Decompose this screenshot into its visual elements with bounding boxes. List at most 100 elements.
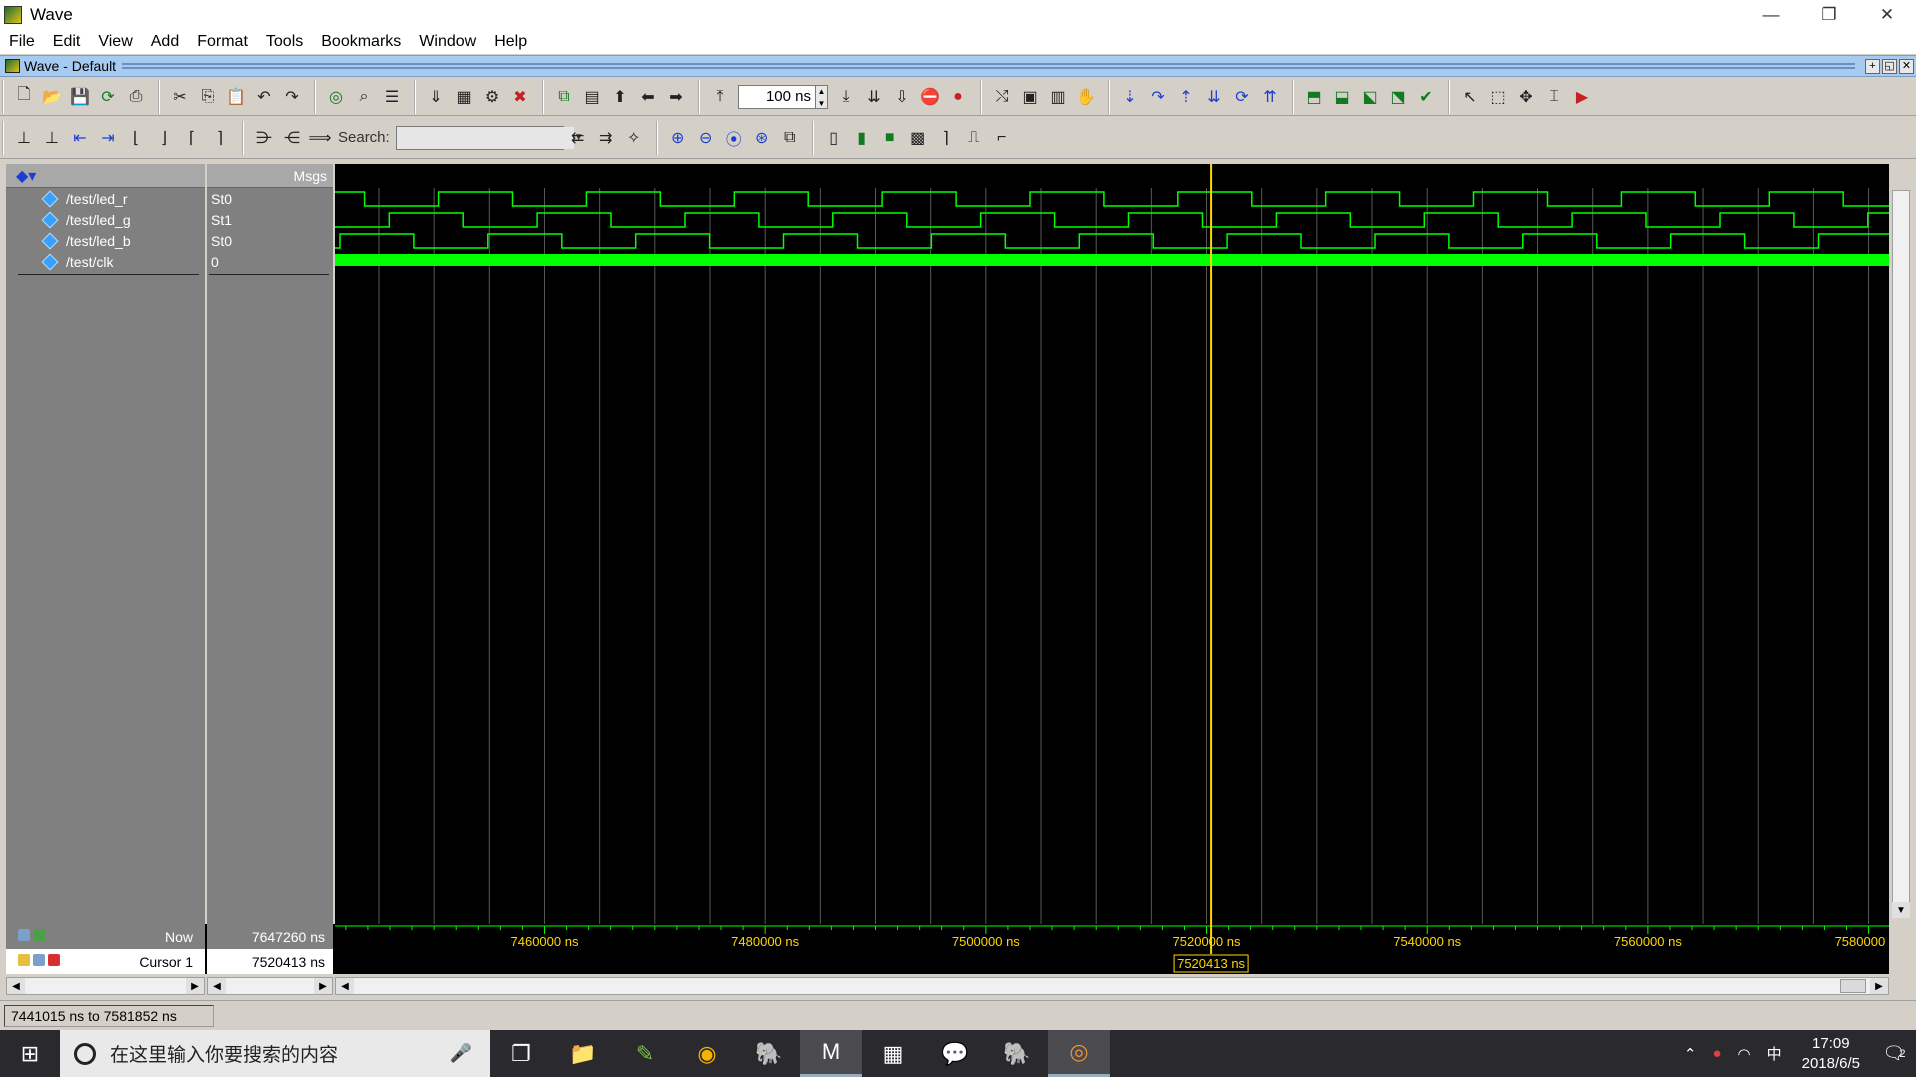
- scroll-left-icon[interactable]: ◀: [336, 978, 354, 994]
- expand-time-icon[interactable]: ⟹: [308, 126, 332, 150]
- evernote-icon[interactable]: 🐘: [738, 1030, 800, 1077]
- scroll-right-icon[interactable]: ▶: [314, 978, 332, 994]
- step-into-all-icon[interactable]: ⇊: [1202, 85, 1226, 109]
- menu-view[interactable]: View: [89, 33, 141, 51]
- scroll-right-icon[interactable]: ▶: [1870, 978, 1888, 994]
- ime-indicator[interactable]: 中: [1767, 1043, 1782, 1064]
- calculator-icon[interactable]: ▦: [862, 1030, 924, 1077]
- compile-all-icon[interactable]: ▦: [452, 85, 476, 109]
- up-arrow-icon[interactable]: ⬆: [608, 85, 632, 109]
- search-input[interactable]: [396, 126, 574, 149]
- scroll-right-icon[interactable]: ▶: [186, 978, 204, 994]
- run-icon[interactable]: ⤓: [834, 85, 858, 109]
- pan-mode-icon[interactable]: ✥: [1514, 85, 1538, 109]
- lock-icon[interactable]: [18, 954, 30, 966]
- task-view-icon[interactable]: ❐: [490, 1030, 552, 1077]
- signal-row-led-b[interactable]: /test/led_b: [6, 230, 205, 251]
- save-icon[interactable]: 💾: [68, 85, 92, 109]
- tray-app-icon[interactable]: ●: [1712, 1045, 1721, 1062]
- close-pane-icon[interactable]: ✕: [1899, 58, 1914, 74]
- step-return-all-icon[interactable]: ⇈: [1258, 85, 1282, 109]
- wave-hscroll[interactable]: ◀ ▶: [335, 977, 1889, 995]
- plus-cursor-icon[interactable]: [33, 929, 45, 941]
- step-out-icon[interactable]: ▥: [1046, 85, 1070, 109]
- wave-style-line-icon[interactable]: ▯: [822, 126, 846, 150]
- names-hscroll[interactable]: ◀ ▶: [6, 977, 205, 995]
- zoom-in-icon[interactable]: ⊕: [666, 126, 690, 150]
- compile-icon[interactable]: ⇓: [424, 85, 448, 109]
- pencil-icon[interactable]: [33, 954, 45, 966]
- spin-down-icon[interactable]: ▼: [816, 98, 827, 110]
- clock[interactable]: 17:09 2018/6/5: [1802, 1034, 1860, 1074]
- wechat-icon[interactable]: 💬: [924, 1030, 986, 1077]
- dock-icon[interactable]: +: [1865, 58, 1880, 74]
- wave-add-icon[interactable]: ⧉: [552, 85, 576, 109]
- search-combobox[interactable]: ▼: [395, 125, 584, 150]
- instance-icon[interactable]: ◆▾: [16, 166, 36, 186]
- edit-mode-icon[interactable]: ⌶: [1542, 85, 1566, 109]
- break-icon[interactable]: ✖: [508, 85, 532, 109]
- binoculars-icon[interactable]: ⌕: [352, 85, 376, 109]
- menu-help[interactable]: Help: [485, 33, 536, 51]
- simulate-icon[interactable]: ⚙: [480, 85, 504, 109]
- find-icon[interactable]: ◎: [324, 85, 348, 109]
- edge-icon[interactable]: ⌉: [934, 126, 958, 150]
- cover-merge-icon[interactable]: ⬕: [1358, 85, 1382, 109]
- taskbar-search[interactable]: 在这里输入你要搜索的内容 🎤: [60, 1030, 490, 1077]
- collapse-icon[interactable]: ☰: [380, 85, 404, 109]
- menu-window[interactable]: Window: [410, 33, 485, 51]
- notification-icon[interactable]: 🗨 2: [1872, 1043, 1916, 1064]
- break-sim-icon[interactable]: ●: [946, 85, 970, 109]
- insert-cursor-icon[interactable]: ⊥: [12, 126, 36, 150]
- run-all-icon[interactable]: ⇩: [890, 85, 914, 109]
- step-over-line-icon[interactable]: ↷: [1146, 85, 1170, 109]
- evernote-2-icon[interactable]: 🐘: [986, 1030, 1048, 1077]
- next-edge-icon[interactable]: ⇥: [96, 126, 120, 150]
- step-over-icon[interactable]: ▣: [1018, 85, 1042, 109]
- add-cursor-icon[interactable]: [18, 929, 30, 941]
- step-icon[interactable]: ⤭: [990, 85, 1014, 109]
- zoom-full-icon[interactable]: ⦿: [722, 126, 746, 150]
- values-hscroll[interactable]: ◀ ▶: [207, 977, 333, 995]
- cortana-icon[interactable]: [74, 1042, 96, 1065]
- cover-next-icon[interactable]: ⬓: [1330, 85, 1354, 109]
- waveform-pane[interactable]: [335, 164, 1889, 924]
- hand-icon[interactable]: ✋: [1074, 85, 1098, 109]
- search-left-icon[interactable]: ⇇: [566, 126, 590, 150]
- editor-app-icon[interactable]: ✎: [614, 1030, 676, 1077]
- cut-icon[interactable]: ✂: [168, 85, 192, 109]
- open-folder-icon[interactable]: 📂: [40, 85, 64, 109]
- cover-check-icon[interactable]: ✔: [1414, 85, 1438, 109]
- undock-icon[interactable]: ◱: [1882, 58, 1897, 74]
- run-length-input[interactable]: [738, 84, 816, 109]
- signal-row-led-r[interactable]: /test/led_r: [6, 188, 205, 209]
- continue-icon[interactable]: ⇊: [862, 85, 886, 109]
- search-options-icon[interactable]: ✧: [622, 126, 646, 150]
- next-rising-icon[interactable]: ⌉: [208, 126, 232, 150]
- redo-icon[interactable]: ↷: [280, 85, 304, 109]
- menu-tools[interactable]: Tools: [257, 33, 312, 51]
- copy-icon[interactable]: ⎘: [196, 85, 220, 109]
- menu-add[interactable]: Add: [142, 33, 188, 51]
- new-file-icon[interactable]: 🗋: [12, 85, 36, 109]
- menu-edit[interactable]: Edit: [44, 33, 90, 51]
- print-icon[interactable]: ⎙: [124, 85, 148, 109]
- zoom-range-icon[interactable]: ⧉: [778, 126, 802, 150]
- menu-file[interactable]: File: [0, 33, 44, 51]
- wave-list-icon[interactable]: ▤: [580, 85, 604, 109]
- run-length-spinner[interactable]: ▲▼: [738, 84, 828, 110]
- scroll-down-icon[interactable]: ▼: [1892, 902, 1910, 918]
- scroll-left-icon[interactable]: ◀: [208, 978, 226, 994]
- grid-icon[interactable]: ▩: [906, 126, 930, 150]
- back-arrow-icon[interactable]: ⬅: [636, 85, 660, 109]
- pulse-icon[interactable]: ⎍: [962, 126, 986, 150]
- wave-style-fill-icon[interactable]: ▮: [850, 126, 874, 150]
- close-button[interactable]: ✕: [1858, 0, 1916, 30]
- step-return-icon[interactable]: ⇡: [1174, 85, 1198, 109]
- expand-signal-icon[interactable]: ⋺: [252, 126, 276, 150]
- file-explorer-icon[interactable]: 📁: [552, 1030, 614, 1077]
- microphone-icon[interactable]: 🎤: [450, 1043, 472, 1064]
- undo-icon[interactable]: ↶: [252, 85, 276, 109]
- scroll-left-icon[interactable]: ◀: [7, 978, 25, 994]
- signal-row-led-g[interactable]: /test/led_g: [6, 209, 205, 230]
